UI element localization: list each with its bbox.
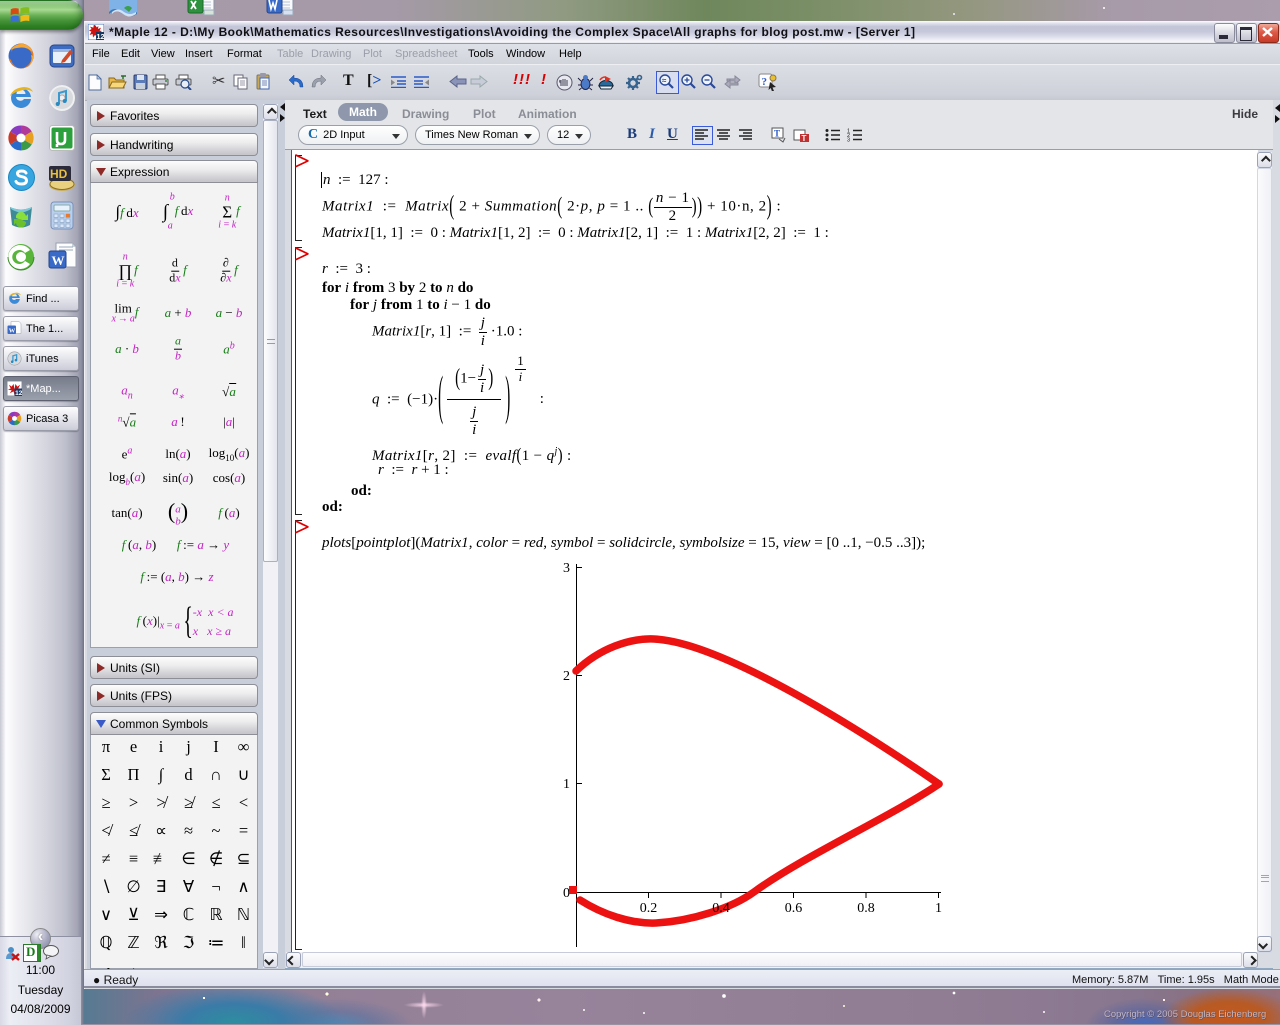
svg-text:HD: HD [50,167,68,181]
svg-text:3: 3 [847,138,850,143]
svg-text:W: W [9,328,16,335]
svg-text:12: 12 [96,32,104,40]
svg-text:≈: ≈ [662,76,667,85]
svg-text:T: T [802,134,807,143]
svg-text:12: 12 [15,390,22,396]
svg-text:0.8: 0.8 [857,901,875,916]
svg-text:0.6: 0.6 [785,901,803,916]
svg-text:T: T [774,129,780,139]
svg-text:0.4: 0.4 [712,901,730,916]
svg-text:0.2: 0.2 [640,901,658,916]
svg-text:1: 1 [935,901,942,916]
svg-text:0: 0 [563,886,570,901]
svg-text:?: ? [762,76,768,88]
svg-text:1: 1 [563,777,570,792]
svg-text:3: 3 [563,561,570,576]
svg-text:2: 2 [563,669,570,684]
svg-text:W: W [52,253,65,268]
